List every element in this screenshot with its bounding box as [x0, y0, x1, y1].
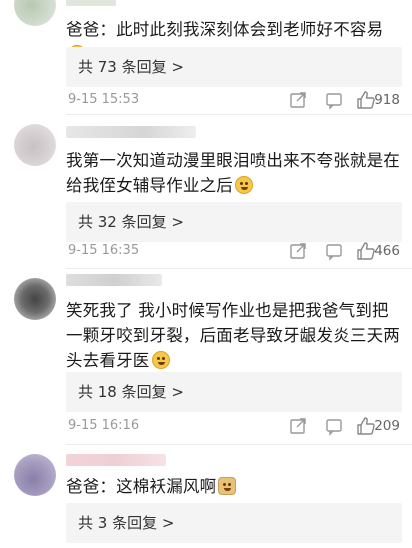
share-icon[interactable] [288, 90, 308, 110]
share-icon[interactable] [288, 241, 308, 261]
divider [66, 444, 412, 445]
divider [66, 114, 412, 115]
avatar[interactable] [14, 454, 56, 496]
like-count: 209 [374, 418, 400, 434]
replies-link[interactable]: 共 32 条回复 > [66, 202, 402, 242]
comment-icon[interactable] [324, 90, 344, 110]
username-redacted [66, 454, 166, 466]
dizzy-face-icon [151, 351, 170, 369]
comment-text: 爸爸：这棉袄漏风啊 [66, 474, 402, 499]
timestamp: 9-15 16:35 [68, 243, 140, 258]
comment-icon[interactable] [324, 416, 344, 436]
tears-of-joy-face-icon [235, 176, 253, 194]
comment-meta: 9-15 15:53 918 [66, 88, 402, 112]
like-icon[interactable] [356, 90, 376, 110]
comment-body: 我第一次知道动漫里眼泪喷出来不夸张就是在给我侄女辅导作业之后 [66, 151, 400, 195]
comment-body: 爸爸：这棉袄漏风啊 [66, 477, 217, 496]
comment-body: 爸爸：此时此刻我深刻体会到老师好不容易 [66, 20, 384, 39]
comment-meta: 9-15 16:35 466 [66, 239, 402, 263]
username-redacted [66, 274, 162, 286]
timestamp: 9-15 15:53 [68, 92, 140, 107]
doge-face-icon [218, 477, 237, 495]
avatar[interactable] [14, 278, 56, 320]
replies-link[interactable]: 共 3 条回复 > [66, 503, 402, 543]
comment-body: 笑死我了 我小时候写作业也是把我爸气到把一颗牙咬到牙裂，后面老导致牙龈发炎三天两… [66, 301, 400, 370]
like-icon[interactable] [356, 416, 376, 436]
replies-link[interactable]: 共 73 条回复 > [66, 47, 402, 87]
like-count: 466 [374, 243, 400, 259]
comment-meta: 9-15 16:16 209 [66, 414, 402, 438]
username-redacted [66, 126, 196, 138]
username-redacted [66, 0, 116, 6]
comment-text: 笑死我了 我小时候写作业也是把我爸气到把一颗牙咬到牙裂，后面老导致牙龈发炎三天两… [66, 298, 402, 373]
divider [66, 268, 412, 269]
share-icon[interactable] [288, 416, 308, 436]
replies-link[interactable]: 共 18 条回复 > [66, 372, 402, 412]
like-count: 918 [374, 92, 400, 108]
avatar[interactable] [14, 124, 56, 166]
comment-text: 我第一次知道动漫里眼泪喷出来不夸张就是在给我侄女辅导作业之后 [66, 148, 402, 198]
avatar[interactable] [14, 0, 56, 26]
timestamp: 9-15 16:16 [68, 418, 140, 433]
like-icon[interactable] [356, 241, 376, 261]
comment-icon[interactable] [324, 241, 344, 261]
